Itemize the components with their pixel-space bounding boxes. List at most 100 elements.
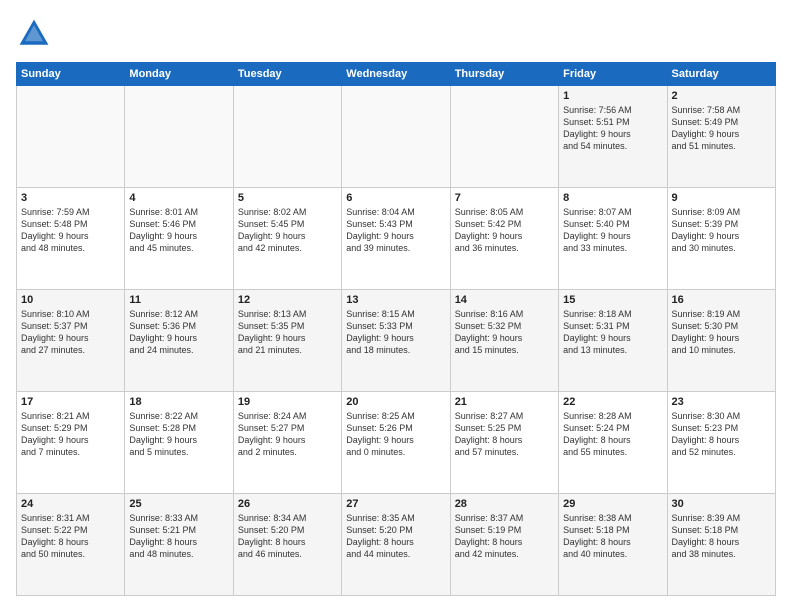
calendar-cell [17, 86, 125, 188]
weekday-header: Thursday [450, 63, 558, 86]
calendar-cell: 21 Sunrise: 8:27 AM Sunset: 5:25 PM Dayli… [450, 392, 558, 494]
day-info: Sunrise: 8:12 AM Sunset: 5:36 PM Dayligh… [129, 308, 228, 357]
day-number: 15 [563, 294, 662, 306]
calendar-cell: 29 Sunrise: 8:38 AM Sunset: 5:18 PM Dayli… [559, 494, 667, 596]
weekday-header: Wednesday [342, 63, 450, 86]
day-number: 21 [455, 396, 554, 408]
calendar-cell: 20 Sunrise: 8:25 AM Sunset: 5:26 PM Dayli… [342, 392, 450, 494]
calendar-cell: 15 Sunrise: 8:18 AM Sunset: 5:31 PM Dayli… [559, 290, 667, 392]
day-info: Sunrise: 8:38 AM Sunset: 5:18 PM Dayligh… [563, 512, 662, 561]
calendar-cell: 5 Sunrise: 8:02 AM Sunset: 5:45 PM Daylig… [233, 188, 341, 290]
day-info: Sunrise: 8:01 AM Sunset: 5:46 PM Dayligh… [129, 206, 228, 255]
day-number: 5 [238, 192, 337, 204]
day-number: 20 [346, 396, 445, 408]
calendar-week-row: 24Sunrise: 8:31 AM Sunset: 5:22 PM Dayli… [17, 494, 776, 596]
calendar-week-row: 3 Sunrise: 7:59 AM Sunset: 5:48 PM Daylig… [17, 188, 776, 290]
calendar: SundayMondayTuesdayWednesdayThursdayFrid… [16, 62, 776, 596]
calendar-cell: 12 Sunrise: 8:13 AM Sunset: 5:35 PM Dayli… [233, 290, 341, 392]
day-number: 25 [129, 498, 228, 510]
day-number: 1 [563, 90, 662, 102]
day-info: Sunrise: 8:02 AM Sunset: 5:45 PM Dayligh… [238, 206, 337, 255]
logo-icon [16, 16, 52, 52]
calendar-week-row: 10Sunrise: 8:10 AM Sunset: 5:37 PM Dayli… [17, 290, 776, 392]
day-number: 8 [563, 192, 662, 204]
day-number: 11 [129, 294, 228, 306]
calendar-cell: 30 Sunrise: 8:39 AM Sunset: 5:18 PM Dayli… [667, 494, 775, 596]
logo [16, 16, 58, 52]
day-number: 19 [238, 396, 337, 408]
day-info: Sunrise: 8:13 AM Sunset: 5:35 PM Dayligh… [238, 308, 337, 357]
day-number: 29 [563, 498, 662, 510]
calendar-cell: 17Sunrise: 8:21 AM Sunset: 5:29 PM Dayli… [17, 392, 125, 494]
calendar-cell [450, 86, 558, 188]
day-info: Sunrise: 8:35 AM Sunset: 5:20 PM Dayligh… [346, 512, 445, 561]
day-info: Sunrise: 8:22 AM Sunset: 5:28 PM Dayligh… [129, 410, 228, 459]
calendar-cell: 4 Sunrise: 8:01 AM Sunset: 5:46 PM Daylig… [125, 188, 233, 290]
day-number: 3 [21, 192, 120, 204]
day-info: Sunrise: 8:28 AM Sunset: 5:24 PM Dayligh… [563, 410, 662, 459]
calendar-week-row: 17Sunrise: 8:21 AM Sunset: 5:29 PM Dayli… [17, 392, 776, 494]
day-number: 26 [238, 498, 337, 510]
calendar-cell: 16 Sunrise: 8:19 AM Sunset: 5:30 PM Dayli… [667, 290, 775, 392]
calendar-cell: 27 Sunrise: 8:35 AM Sunset: 5:20 PM Dayli… [342, 494, 450, 596]
day-number: 17 [21, 396, 120, 408]
day-number: 30 [672, 498, 771, 510]
calendar-cell: 3 Sunrise: 7:59 AM Sunset: 5:48 PM Daylig… [17, 188, 125, 290]
day-info: Sunrise: 8:27 AM Sunset: 5:25 PM Dayligh… [455, 410, 554, 459]
day-info: Sunrise: 8:07 AM Sunset: 5:40 PM Dayligh… [563, 206, 662, 255]
calendar-week-row: 1 Sunrise: 7:56 AM Sunset: 5:51 PM Daylig… [17, 86, 776, 188]
day-number: 2 [672, 90, 771, 102]
day-info: Sunrise: 8:19 AM Sunset: 5:30 PM Dayligh… [672, 308, 771, 357]
day-number: 14 [455, 294, 554, 306]
calendar-cell [342, 86, 450, 188]
calendar-cell: 10Sunrise: 8:10 AM Sunset: 5:37 PM Dayli… [17, 290, 125, 392]
day-number: 13 [346, 294, 445, 306]
calendar-cell: 2 Sunrise: 7:58 AM Sunset: 5:49 PM Daylig… [667, 86, 775, 188]
day-number: 9 [672, 192, 771, 204]
weekday-header: Saturday [667, 63, 775, 86]
calendar-cell [233, 86, 341, 188]
day-info: Sunrise: 8:37 AM Sunset: 5:19 PM Dayligh… [455, 512, 554, 561]
calendar-cell: 24Sunrise: 8:31 AM Sunset: 5:22 PM Dayli… [17, 494, 125, 596]
calendar-cell: 18 Sunrise: 8:22 AM Sunset: 5:28 PM Dayli… [125, 392, 233, 494]
calendar-cell [125, 86, 233, 188]
day-info: Sunrise: 7:56 AM Sunset: 5:51 PM Dayligh… [563, 104, 662, 153]
day-info: Sunrise: 8:25 AM Sunset: 5:26 PM Dayligh… [346, 410, 445, 459]
calendar-cell: 9 Sunrise: 8:09 AM Sunset: 5:39 PM Daylig… [667, 188, 775, 290]
day-info: Sunrise: 7:58 AM Sunset: 5:49 PM Dayligh… [672, 104, 771, 153]
day-info: Sunrise: 8:09 AM Sunset: 5:39 PM Dayligh… [672, 206, 771, 255]
calendar-cell: 25 Sunrise: 8:33 AM Sunset: 5:21 PM Dayli… [125, 494, 233, 596]
day-number: 16 [672, 294, 771, 306]
day-number: 18 [129, 396, 228, 408]
day-info: Sunrise: 8:05 AM Sunset: 5:42 PM Dayligh… [455, 206, 554, 255]
calendar-cell: 1 Sunrise: 7:56 AM Sunset: 5:51 PM Daylig… [559, 86, 667, 188]
weekday-header: Tuesday [233, 63, 341, 86]
day-number: 27 [346, 498, 445, 510]
calendar-cell: 14Sunrise: 8:16 AM Sunset: 5:32 PM Dayli… [450, 290, 558, 392]
calendar-cell: 11 Sunrise: 8:12 AM Sunset: 5:36 PM Dayli… [125, 290, 233, 392]
day-info: Sunrise: 8:18 AM Sunset: 5:31 PM Dayligh… [563, 308, 662, 357]
calendar-header: SundayMondayTuesdayWednesdayThursdayFrid… [17, 63, 776, 86]
calendar-body: 1 Sunrise: 7:56 AM Sunset: 5:51 PM Daylig… [17, 86, 776, 596]
calendar-cell: 28Sunrise: 8:37 AM Sunset: 5:19 PM Dayli… [450, 494, 558, 596]
day-number: 23 [672, 396, 771, 408]
weekday-row: SundayMondayTuesdayWednesdayThursdayFrid… [17, 63, 776, 86]
day-number: 4 [129, 192, 228, 204]
calendar-cell: 8 Sunrise: 8:07 AM Sunset: 5:40 PM Daylig… [559, 188, 667, 290]
calendar-cell: 6Sunrise: 8:04 AM Sunset: 5:43 PM Daylig… [342, 188, 450, 290]
day-info: Sunrise: 8:39 AM Sunset: 5:18 PM Dayligh… [672, 512, 771, 561]
calendar-cell: 7Sunrise: 8:05 AM Sunset: 5:42 PM Daylig… [450, 188, 558, 290]
weekday-header: Sunday [17, 63, 125, 86]
day-number: 12 [238, 294, 337, 306]
day-info: Sunrise: 8:24 AM Sunset: 5:27 PM Dayligh… [238, 410, 337, 459]
header [16, 16, 776, 52]
calendar-cell: 26 Sunrise: 8:34 AM Sunset: 5:20 PM Dayli… [233, 494, 341, 596]
day-info: Sunrise: 8:31 AM Sunset: 5:22 PM Dayligh… [21, 512, 120, 561]
calendar-cell: 13 Sunrise: 8:15 AM Sunset: 5:33 PM Dayli… [342, 290, 450, 392]
page: SundayMondayTuesdayWednesdayThursdayFrid… [0, 0, 792, 612]
day-info: Sunrise: 7:59 AM Sunset: 5:48 PM Dayligh… [21, 206, 120, 255]
day-info: Sunrise: 8:33 AM Sunset: 5:21 PM Dayligh… [129, 512, 228, 561]
day-info: Sunrise: 8:15 AM Sunset: 5:33 PM Dayligh… [346, 308, 445, 357]
weekday-header: Friday [559, 63, 667, 86]
day-info: Sunrise: 8:34 AM Sunset: 5:20 PM Dayligh… [238, 512, 337, 561]
